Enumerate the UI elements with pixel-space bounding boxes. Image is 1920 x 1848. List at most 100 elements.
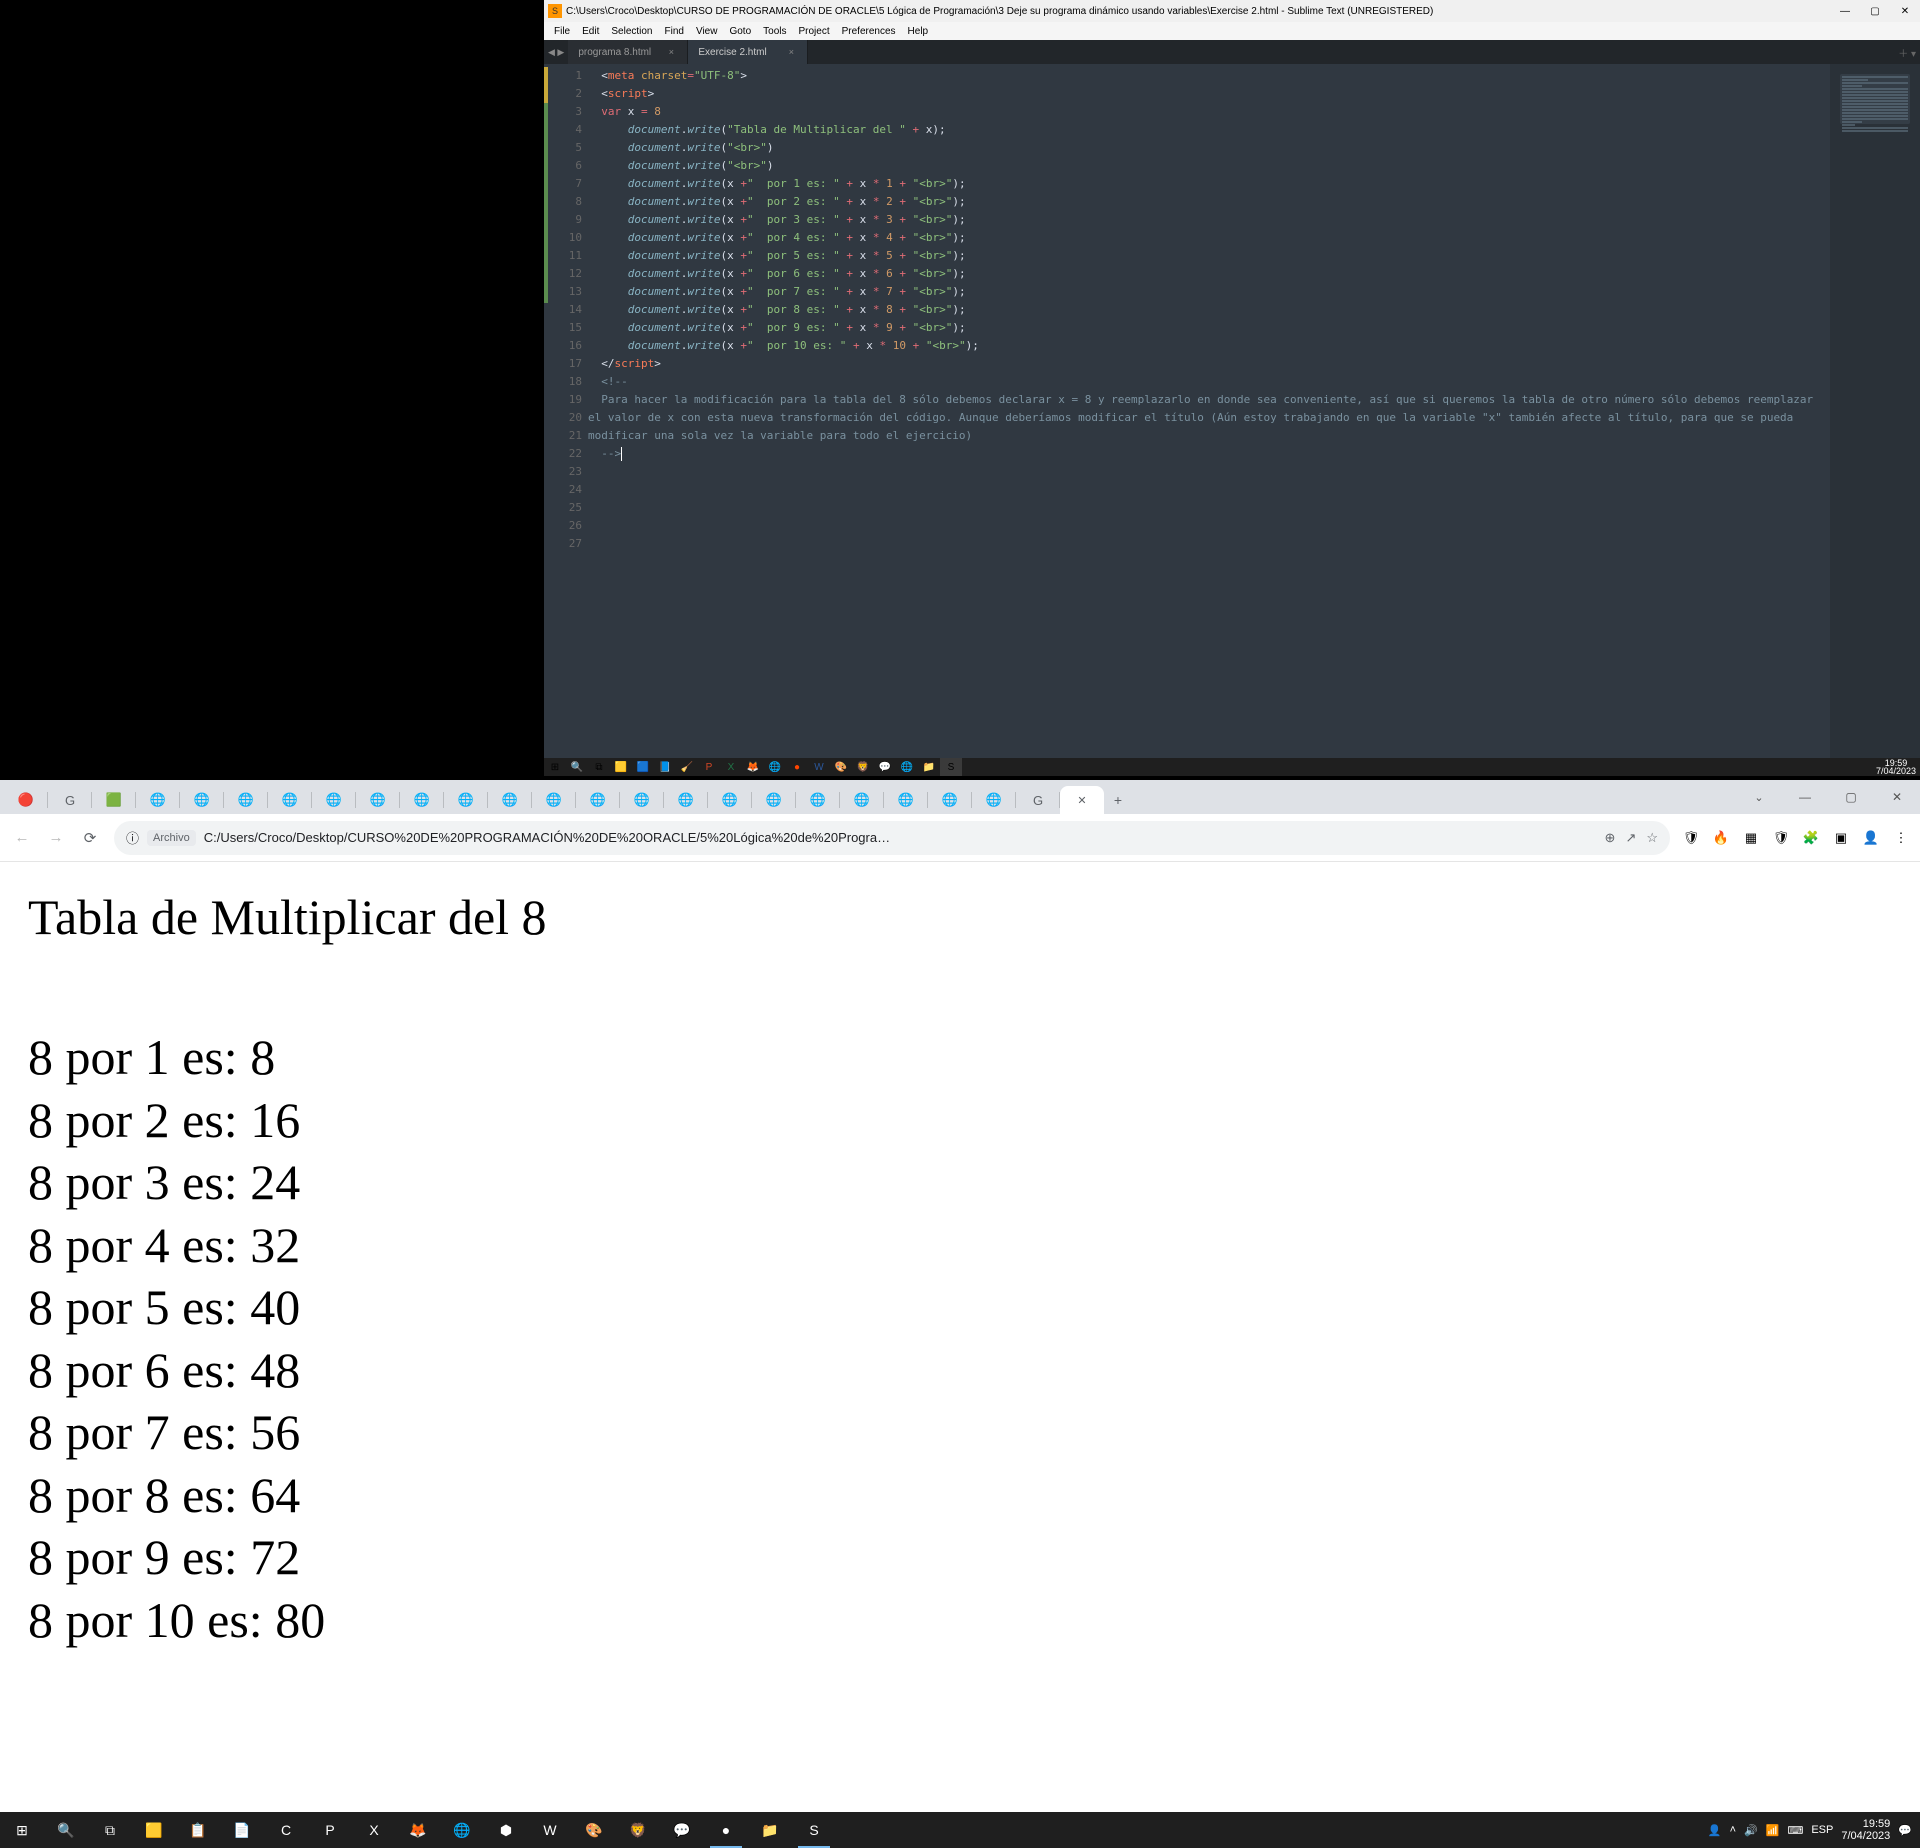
extension-icon[interactable]: 🛡 — [1768, 825, 1794, 851]
tab-programa-8[interactable]: programa 8.html × — [568, 40, 688, 64]
utb-app-icon[interactable]: 🌐 — [764, 758, 786, 776]
extension-icon[interactable]: ⋮ — [1888, 825, 1914, 851]
taskbar-app-icon[interactable]: ● — [704, 1812, 748, 1848]
minimap[interactable] — [1830, 64, 1920, 758]
tray-language[interactable]: ESP — [1811, 1824, 1833, 1836]
taskbar-app-icon[interactable]: 🎨 — [572, 1812, 616, 1848]
utb-app-icon[interactable]: 🎨 — [830, 758, 852, 776]
browser-tab[interactable]: 🟩 — [92, 786, 136, 814]
notification-icon[interactable]: 💬 — [1898, 1824, 1912, 1837]
taskbar-app-icon[interactable]: ⬢ — [484, 1812, 528, 1848]
site-info-icon[interactable]: ⓘ — [126, 828, 139, 847]
bookmark-star-icon[interactable]: ☆ — [1646, 830, 1658, 846]
utb-app-icon[interactable]: 📘 — [654, 758, 676, 776]
menu-view[interactable]: View — [690, 26, 724, 37]
extension-icon[interactable]: 👤 — [1858, 825, 1884, 851]
tab-close-icon[interactable]: ✕ — [1077, 794, 1086, 807]
tray-chevron-icon[interactable]: ˄ — [1730, 1824, 1736, 1836]
code-editor-area[interactable]: <meta charset="UTF-8"> <script> var x = … — [588, 64, 1830, 758]
browser-tab[interactable]: 🌐 — [356, 786, 400, 814]
menu-goto[interactable]: Goto — [723, 26, 757, 37]
taskbar-app-icon[interactable]: 📄 — [220, 1812, 264, 1848]
omnibox[interactable]: ⓘ Archivo C:/Users/Croco/Desktop/CURSO%2… — [114, 821, 1670, 855]
browser-tab[interactable]: 🌐 — [884, 786, 928, 814]
sublime-minimize-button[interactable]: — — [1830, 0, 1860, 22]
utb-app-icon[interactable]: ● — [786, 758, 808, 776]
zoom-icon[interactable]: ⊕ — [1605, 830, 1616, 846]
browser-tab[interactable]: 🌐 — [268, 786, 312, 814]
taskbar-app-icon[interactable]: 📁 — [748, 1812, 792, 1848]
taskbar-app-icon[interactable]: W — [528, 1812, 572, 1848]
utb-taskview-icon[interactable]: ⧉ — [588, 758, 610, 776]
browser-tab[interactable]: 🌐 — [488, 786, 532, 814]
taskbar-app-icon[interactable]: C — [264, 1812, 308, 1848]
taskbar-app-icon[interactable]: X — [352, 1812, 396, 1848]
chrome-close-button[interactable]: ✕ — [1874, 782, 1920, 812]
menu-find[interactable]: Find — [659, 26, 690, 37]
browser-tab[interactable]: 🌐 — [840, 786, 884, 814]
tab-close-icon[interactable]: × — [665, 46, 677, 58]
tab-close-icon[interactable]: × — [785, 46, 797, 58]
browser-tab[interactable]: 🌐 — [972, 786, 1016, 814]
utb-app-icon[interactable]: 🦁 — [852, 758, 874, 776]
nav-back-button[interactable]: ← — [6, 822, 38, 854]
taskbar-app-icon[interactable]: 📋 — [176, 1812, 220, 1848]
utb-app-icon[interactable]: 🟨 — [610, 758, 632, 776]
utb-app-icon[interactable]: P — [698, 758, 720, 776]
utb-app-icon[interactable]: 💬 — [874, 758, 896, 776]
extension-icon[interactable]: 🧩 — [1798, 825, 1824, 851]
menu-file[interactable]: File — [548, 26, 576, 37]
menu-edit[interactable]: Edit — [576, 26, 605, 37]
utb-app-icon[interactable]: X — [720, 758, 742, 776]
menu-preferences[interactable]: Preferences — [836, 26, 902, 37]
taskbar-clock[interactable]: 19:59 7/04/2023 — [1841, 1818, 1890, 1842]
menu-project[interactable]: Project — [793, 26, 836, 37]
menu-tools[interactable]: Tools — [757, 26, 792, 37]
taskbar-app-icon[interactable]: 🌐 — [440, 1812, 484, 1848]
browser-tab[interactable]: 🌐 — [576, 786, 620, 814]
extension-icon[interactable]: 🛡 — [1678, 825, 1704, 851]
utb-sublime-icon[interactable]: S — [940, 758, 962, 776]
share-icon[interactable]: ↗ — [1625, 830, 1636, 846]
browser-tab[interactable]: 🌐 — [224, 786, 268, 814]
tab-overflow-controls[interactable]: ＋ ▾ — [1894, 40, 1920, 64]
browser-tab[interactable]: 🌐 — [752, 786, 796, 814]
browser-tab[interactable]: 🌐 — [312, 786, 356, 814]
browser-tab[interactable]: G — [1016, 786, 1060, 814]
utb-app-icon[interactable]: 🧹 — [676, 758, 698, 776]
utb-clock[interactable]: 19:59 7/04/2023 — [1876, 759, 1920, 775]
extension-icon[interactable]: 🔥 — [1708, 825, 1734, 851]
utb-app-icon[interactable]: 🟦 — [632, 758, 654, 776]
sublime-titlebar[interactable]: S C:\Users\Croco\Desktop\CURSO DE PROGRA… — [544, 0, 1920, 22]
browser-tab[interactable]: 🌐 — [400, 786, 444, 814]
browser-tab-active[interactable]: ✕ — [1060, 786, 1104, 814]
browser-tab[interactable]: 🌐 — [928, 786, 972, 814]
taskbar-app-icon[interactable]: 🦁 — [616, 1812, 660, 1848]
browser-tab[interactable]: 🌐 — [136, 786, 180, 814]
sublime-close-button[interactable]: ✕ — [1890, 0, 1920, 22]
chrome-minimize-button[interactable]: — — [1782, 782, 1828, 812]
tray-keyboard-icon[interactable]: ⌨ — [1787, 1824, 1803, 1837]
new-tab-button[interactable]: + — [1104, 786, 1132, 814]
utb-chrome-icon[interactable]: 🌐 — [896, 758, 918, 776]
chrome-maximize-button[interactable]: ▢ — [1828, 782, 1874, 812]
nav-reload-button[interactable]: ⟳ — [74, 822, 106, 854]
utb-app-icon[interactable]: W — [808, 758, 830, 776]
browser-tab[interactable]: 🌐 — [664, 786, 708, 814]
tray-people-icon[interactable]: 👤 — [1708, 1824, 1722, 1837]
browser-tab[interactable]: 🌐 — [532, 786, 576, 814]
browser-tab[interactable]: 🌐 — [796, 786, 840, 814]
browser-tab[interactable]: 🔴 — [4, 786, 48, 814]
tray-wifi-icon[interactable]: 📶 — [1766, 1824, 1780, 1837]
tab-dropdown-button[interactable]: ⌄ — [1736, 782, 1782, 812]
browser-tab[interactable]: 🌐 — [708, 786, 752, 814]
browser-tab[interactable]: G — [48, 786, 92, 814]
sublime-maximize-button[interactable]: ▢ — [1860, 0, 1890, 22]
tab-nav-arrows[interactable]: ◀ ▶ — [544, 40, 568, 64]
taskbar-app-icon[interactable]: ⧉ — [88, 1812, 132, 1848]
browser-tab[interactable]: 🌐 — [180, 786, 224, 814]
nav-forward-button[interactable]: → — [40, 822, 72, 854]
taskbar-app-icon[interactable]: 🦊 — [396, 1812, 440, 1848]
utb-search-icon[interactable]: 🔍 — [566, 758, 588, 776]
taskbar-app-icon[interactable]: ⊞ — [0, 1812, 44, 1848]
